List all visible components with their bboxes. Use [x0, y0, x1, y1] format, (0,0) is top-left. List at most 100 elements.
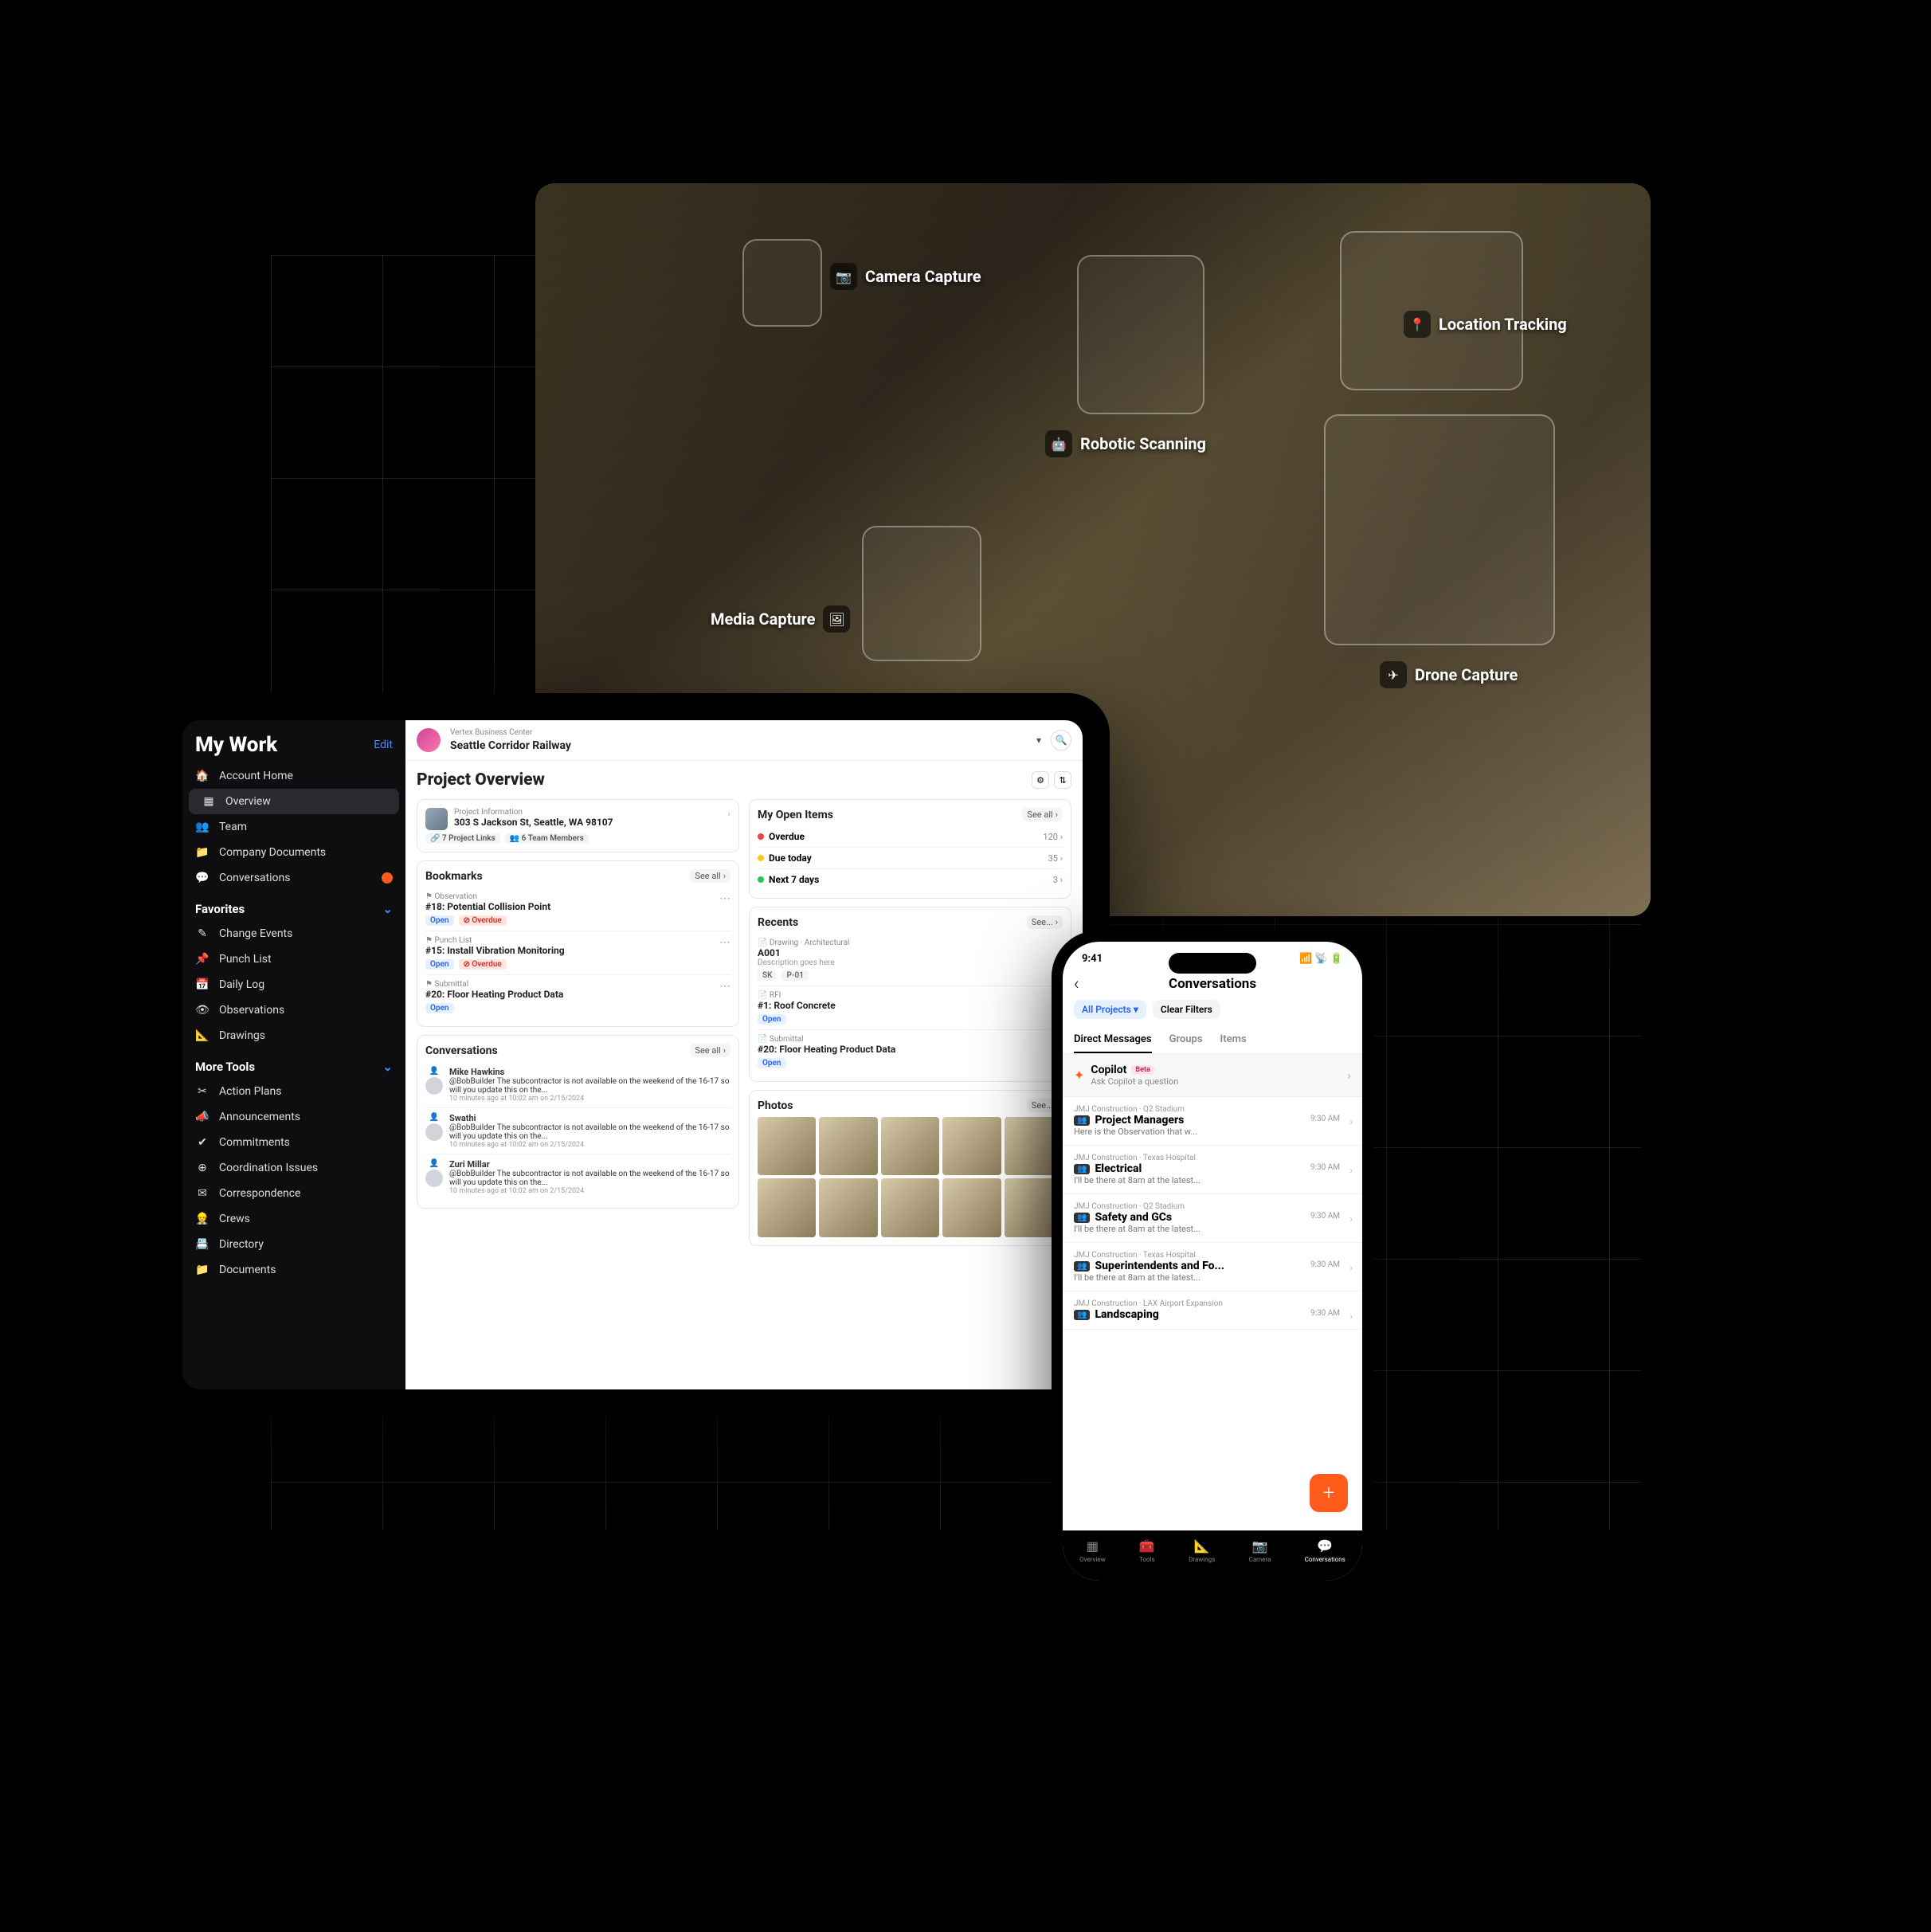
see-all-bookmarks[interactable]: See all ›: [690, 869, 730, 883]
nav-icon: 📷: [1252, 1538, 1268, 1554]
chip-clear-filters[interactable]: Clear Filters: [1153, 1000, 1220, 1019]
bottom-nav-tools[interactable]: 🧰Tools: [1139, 1538, 1155, 1563]
bottom-nav-camera[interactable]: 📷Camera: [1249, 1538, 1271, 1563]
sidebar-item-announcements[interactable]: 📣Announcements: [182, 1104, 405, 1130]
recent-item[interactable]: 📄 Drawing · ArchitecturalA001Description…: [758, 934, 1063, 986]
avatar: [425, 1077, 443, 1095]
edit-button[interactable]: Edit: [374, 739, 393, 751]
dropdown-icon[interactable]: ▾: [1036, 735, 1041, 746]
search-button[interactable]: 🔍: [1051, 730, 1071, 750]
chevron-right-icon: ›: [1347, 1068, 1351, 1083]
sidebar-item-punch-list[interactable]: 📌Punch List: [182, 946, 405, 972]
dm-item[interactable]: JMJ Construction · Texas Hospital👥Electr…: [1063, 1146, 1362, 1194]
nav-icon: 📌: [195, 953, 210, 966]
annotation-location-tracking: 📍 Location Tracking: [1404, 311, 1567, 338]
group-icon: 👥: [1074, 1261, 1090, 1272]
photo-thumb[interactable]: [819, 1117, 877, 1175]
dm-item[interactable]: JMJ Construction · Texas Hospital👥Superi…: [1063, 1243, 1362, 1291]
recent-item[interactable]: 📄 Submittal#20: Floor Heating Product Da…: [758, 1029, 1063, 1073]
group-icon: 👥: [1074, 1164, 1090, 1174]
tab-items[interactable]: Items: [1220, 1027, 1247, 1053]
bottom-nav-conversations[interactable]: 💬Conversations: [1305, 1538, 1345, 1563]
favorites-section[interactable]: Favorites⌄: [182, 891, 405, 921]
photo-thumb[interactable]: [758, 1117, 816, 1175]
more-icon[interactable]: ⋯: [719, 892, 730, 926]
conversation-item[interactable]: 👤Zuri Millar@BobBuilder The subcontracto…: [425, 1154, 730, 1200]
back-button[interactable]: ‹: [1074, 974, 1079, 994]
more-tools-section[interactable]: More Tools⌄: [182, 1048, 405, 1079]
nav-label: Documents: [219, 1264, 276, 1276]
chevron-right-icon: ›: [1349, 1213, 1353, 1225]
sidebar-item-change-events[interactable]: ✎ Change Events: [182, 921, 405, 946]
sidebar-item-conversations[interactable]: 💬Conversations: [182, 865, 405, 891]
sidebar-item-commitments[interactable]: ✔Commitments: [182, 1130, 405, 1155]
nav-icon: 📁: [195, 846, 210, 859]
sidebar-item-directory[interactable]: 📇Directory: [182, 1232, 405, 1257]
sidebar-item-daily-log[interactable]: 📅Daily Log: [182, 972, 405, 997]
sidebar-item-company-documents[interactable]: 📁Company Documents: [182, 840, 405, 865]
dm-item[interactable]: JMJ Construction · Q2 Stadium👥Safety and…: [1063, 1194, 1362, 1243]
conversation-item[interactable]: 👤Swathi@BobBuilder The subcontractor is …: [425, 1107, 730, 1154]
see-all-conversations[interactable]: See all ›: [690, 1044, 730, 1057]
dm-item[interactable]: JMJ Construction · Q2 Stadium👥Project Ma…: [1063, 1097, 1362, 1146]
home-indicator: [1165, 1573, 1260, 1576]
phone-notch: [1169, 953, 1256, 974]
photo-thumb[interactable]: [758, 1178, 816, 1236]
chevron-right-icon: ›: [1349, 1262, 1353, 1273]
more-icon[interactable]: ⋯: [719, 936, 730, 970]
sidebar-item-team[interactable]: 👥Team: [182, 814, 405, 840]
photo-thumb[interactable]: [881, 1117, 939, 1175]
location-icon: 📍: [1404, 311, 1431, 338]
dm-item[interactable]: JMJ Construction · LAX Airport Expansion…: [1063, 1291, 1362, 1330]
nav-label: Change Events: [219, 927, 292, 940]
nav-icon: 📇: [195, 1238, 210, 1251]
nav-icon: ✎: [195, 927, 210, 940]
more-icon[interactable]: ⋯: [719, 980, 730, 1013]
open-items-row[interactable]: Next 7 days3 ›: [758, 868, 1063, 890]
copilot-row[interactable]: ✦ Copilot Beta Ask Copilot a question ›: [1063, 1054, 1362, 1097]
sidebar-item-observations[interactable]: 👁Observations: [182, 997, 405, 1023]
sidebar-item-account-home[interactable]: 🏠 Account Home: [182, 763, 405, 789]
chevron-right-icon: ›: [727, 808, 730, 830]
nav-label: Daily Log: [219, 978, 264, 991]
nav-icon: 🏠: [195, 770, 210, 782]
project-info-card[interactable]: Project Information 303 S Jackson St, Se…: [417, 799, 739, 852]
bookmark-item[interactable]: ⚑ Punch List#15: Install Vibration Monit…: [425, 931, 730, 974]
photo-thumb[interactable]: [881, 1178, 939, 1236]
photo-thumb[interactable]: [942, 1117, 1001, 1175]
nav-label: Coordination Issues: [219, 1162, 318, 1174]
new-conversation-fab[interactable]: +: [1310, 1474, 1348, 1512]
photo-thumb[interactable]: [942, 1178, 1001, 1236]
nav-icon: 📣: [195, 1111, 210, 1123]
bottom-nav-drawings[interactable]: 📐Drawings: [1189, 1538, 1215, 1563]
sidebar-item-crews[interactable]: 👷Crews: [182, 1206, 405, 1232]
open-items-row[interactable]: Due today35 ›: [758, 847, 1063, 868]
nav-label: Account Home: [219, 770, 293, 782]
chip-all-projects[interactable]: All Projects ▾: [1074, 1000, 1146, 1019]
bookmark-item[interactable]: ⚑ Submittal#20: Floor Heating Product Da…: [425, 974, 730, 1018]
sidebar-item-drawings[interactable]: 📐Drawings: [182, 1023, 405, 1048]
project-header[interactable]: Vertex Business Center Seattle Corridor …: [405, 720, 1083, 761]
recent-item[interactable]: 📄 RFI#1: Roof ConcreteOpen: [758, 986, 1063, 1029]
bottom-nav-overview[interactable]: ▦Overview: [1079, 1538, 1105, 1563]
bookmark-item[interactable]: ⚑ Observation#18: Potential Collision Po…: [425, 888, 730, 931]
see-all-open-items[interactable]: See all ›: [1022, 808, 1063, 821]
nav-icon: 📁: [195, 1264, 210, 1276]
filter-icon[interactable]: ⇅: [1054, 771, 1071, 789]
settings-icon[interactable]: ⚙: [1032, 771, 1049, 789]
conversation-item[interactable]: 👤Mike Hawkins@BobBuilder The subcontract…: [425, 1062, 730, 1107]
nav-icon: 👷: [195, 1213, 210, 1225]
tab-dm[interactable]: Direct Messages: [1074, 1027, 1152, 1053]
nav-icon: ✉: [195, 1187, 210, 1200]
sidebar-item-action-plans[interactable]: ✂Action Plans: [182, 1079, 405, 1104]
see-all-recents[interactable]: See... ›: [1027, 915, 1063, 929]
sidebar-item-coordination-issues[interactable]: ⊕Coordination Issues: [182, 1155, 405, 1181]
sidebar-item-overview[interactable]: ▦Overview: [189, 789, 399, 814]
bookmarks-card: Bookmarks See all › ⚑ Observation#18: Po…: [417, 860, 739, 1027]
open-items-row[interactable]: Overdue120 ›: [758, 826, 1063, 847]
sidebar-item-correspondence[interactable]: ✉Correspondence: [182, 1181, 405, 1206]
sidebar-item-documents[interactable]: 📁 Documents: [182, 1257, 405, 1283]
chevron-right-icon: ›: [1349, 1311, 1353, 1322]
photo-thumb[interactable]: [819, 1178, 877, 1236]
tab-groups[interactable]: Groups: [1169, 1027, 1203, 1053]
